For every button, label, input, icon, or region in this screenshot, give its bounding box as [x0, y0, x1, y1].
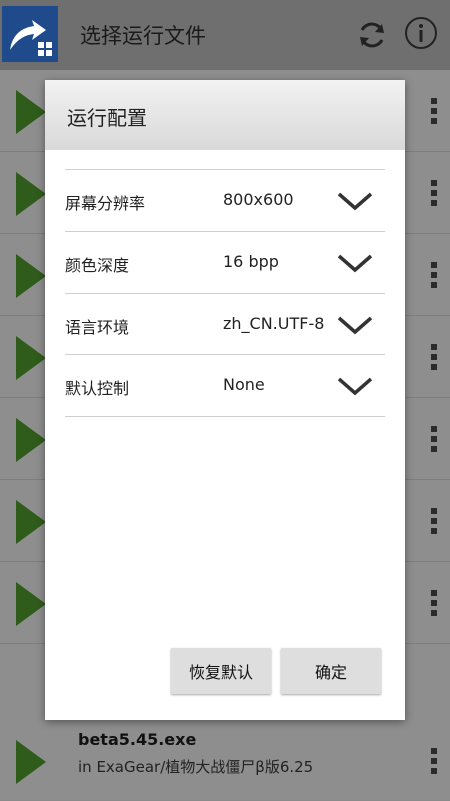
chevron-down-icon[interactable]: [335, 312, 375, 338]
exagear-app-icon: [2, 6, 58, 62]
setting-value[interactable]: None: [223, 375, 265, 394]
more-icon[interactable]: [430, 590, 438, 618]
setting-label: 颜色深度: [65, 256, 130, 275]
setting-locale[interactable]: 语言环境 zh_CN.UTF-8: [65, 293, 385, 355]
play-icon[interactable]: [16, 740, 46, 784]
more-icon[interactable]: [430, 262, 438, 290]
page-title: 选择运行文件: [80, 24, 206, 48]
restore-defaults-button[interactable]: 恢复默认: [171, 648, 271, 694]
chevron-down-icon[interactable]: [335, 250, 375, 276]
more-icon[interactable]: [430, 344, 438, 372]
setting-label: 语言环境: [65, 318, 130, 337]
play-icon[interactable]: [16, 500, 46, 544]
setting-value[interactable]: 800x600: [223, 190, 294, 209]
file-path: in ExaGear/植物大战僵尸β版6.25: [78, 758, 314, 776]
setting-color-depth[interactable]: 颜色深度 16 bpp: [65, 231, 385, 293]
play-icon[interactable]: [16, 90, 46, 134]
more-icon[interactable]: [430, 748, 438, 776]
more-icon[interactable]: [430, 426, 438, 454]
setting-resolution[interactable]: 屏幕分辨率 800x600: [65, 169, 385, 231]
ok-button[interactable]: 确定: [281, 648, 381, 694]
more-icon[interactable]: [430, 98, 438, 126]
info-icon[interactable]: [404, 16, 438, 50]
play-icon[interactable]: [16, 172, 46, 216]
dialog-title: 运行配置: [67, 106, 147, 130]
refresh-icon[interactable]: [355, 18, 389, 52]
play-icon[interactable]: [16, 254, 46, 298]
run-config-dialog: 运行配置 屏幕分辨率 800x600 颜色深度 16 bpp 语言环境 zh_C…: [45, 80, 405, 720]
more-icon[interactable]: [430, 180, 438, 208]
chevron-down-icon[interactable]: [335, 188, 375, 214]
setting-default-control[interactable]: 默认控制 None: [65, 354, 385, 417]
setting-value[interactable]: zh_CN.UTF-8: [223, 314, 324, 333]
setting-value[interactable]: 16 bpp: [223, 252, 279, 271]
app-bar: 选择运行文件: [0, 0, 450, 70]
play-icon[interactable]: [16, 582, 46, 626]
setting-label: 屏幕分辨率: [65, 194, 146, 213]
more-icon[interactable]: [430, 508, 438, 536]
chevron-down-icon[interactable]: [335, 373, 375, 399]
play-icon[interactable]: [16, 418, 46, 462]
setting-label: 默认控制: [65, 379, 130, 398]
list-item[interactable]: beta5.45.exe in ExaGear/植物大战僵尸β版6.25: [0, 720, 450, 801]
file-name: beta5.45.exe: [78, 730, 197, 749]
dialog-header: 运行配置: [45, 80, 405, 150]
play-icon[interactable]: [16, 336, 46, 380]
